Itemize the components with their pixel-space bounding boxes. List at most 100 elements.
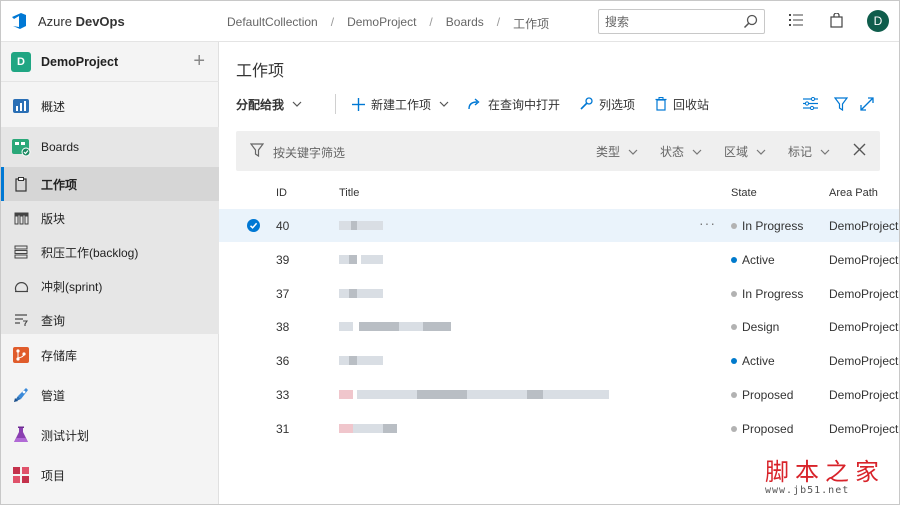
sidebar-subitem-backlog[interactable]: 积压工作(backlog) xyxy=(1,235,219,269)
filter-icon[interactable] xyxy=(834,97,848,111)
sidebar-item-overview[interactable]: 概述 xyxy=(1,86,219,126)
new-work-item-button[interactable]: 新建工作项 xyxy=(352,92,449,116)
column-options-button[interactable]: 列选项 xyxy=(579,92,635,116)
watermark: 脚本之家 www.jb51.net xyxy=(765,452,885,496)
row-area-path: DemoProject xyxy=(829,219,899,233)
close-icon[interactable] xyxy=(853,143,866,156)
sprint-icon xyxy=(13,278,29,294)
recycle-bin-label: 回收站 xyxy=(673,97,710,112)
project-header: D DemoProject + xyxy=(1,42,219,82)
sidebar-subitem-board[interactable]: 版块 xyxy=(1,201,219,235)
column-options-label: 列选项 xyxy=(599,97,636,112)
breadcrumb-separator: / xyxy=(330,15,335,29)
sidebar-subitem-query[interactable]: 查询 xyxy=(1,303,219,337)
sidebar-item-repos[interactable]: 存储库 xyxy=(1,335,219,375)
top-bar: Azure DevOps DefaultCollection / DemoPro… xyxy=(1,1,899,42)
sidebar-item-test-plans[interactable]: 测试计划 xyxy=(1,415,219,455)
sidebar-item-label: 概述 xyxy=(41,99,66,114)
list-settings-icon[interactable] xyxy=(789,13,803,27)
table-row[interactable]: 31 Proposed DemoProject xyxy=(219,412,899,445)
sidebar-subitem-work-items[interactable]: 工作项 xyxy=(1,167,219,201)
type-filter-dropdown[interactable]: 类型 xyxy=(596,143,638,160)
sidebar-item-label: 工作项 xyxy=(41,177,78,192)
type-filter-label: 类型 xyxy=(596,145,621,159)
new-work-item-label: 新建工作项 xyxy=(371,97,432,112)
keyword-filter-input[interactable]: 按关键字筛选 xyxy=(273,144,345,161)
row-area-path: DemoProject xyxy=(829,287,899,301)
repos-icon xyxy=(11,345,31,365)
row-id: 31 xyxy=(276,422,290,436)
row-area-path: DemoProject xyxy=(829,320,899,334)
sidebar-subitem-sprint[interactable]: 冲刺(sprint) xyxy=(1,269,219,303)
column-header-id[interactable]: ID xyxy=(276,187,287,199)
recycle-bin-icon xyxy=(655,97,667,111)
breadcrumb-project[interactable]: DemoProject xyxy=(347,15,416,32)
column-header-area-path[interactable]: Area Path xyxy=(829,187,878,199)
sidebar-item-label: 存储库 xyxy=(41,348,78,363)
column-header-state[interactable]: State xyxy=(731,187,757,199)
table-row[interactable]: 39 Active DemoProject xyxy=(219,243,899,276)
test-plans-icon xyxy=(11,425,31,445)
breadcrumb-separator: / xyxy=(429,15,433,29)
table-row[interactable]: 33 Proposed DemoProject xyxy=(219,378,899,411)
state-dot xyxy=(731,223,737,229)
state-filter-dropdown[interactable]: 状态 xyxy=(660,143,702,160)
recycle-bin-button[interactable]: 回收站 xyxy=(655,92,709,116)
column-header-title[interactable]: Title xyxy=(339,187,359,199)
azure-devops-icon xyxy=(12,13,26,29)
breadcrumb-work-items[interactable]: 工作项 xyxy=(513,15,549,32)
state-dot xyxy=(731,392,737,398)
sidebar-item-label: 测试计划 xyxy=(41,428,90,443)
row-area-path: DemoProject xyxy=(829,354,899,368)
app-window: Azure DevOps DefaultCollection / DemoPro… xyxy=(0,0,900,505)
main-content: 工作项 分配给我 新建工作项 在查询中打开 列选项 回收站 按关键字筛选 类型 … xyxy=(219,42,899,504)
tags-filter-label: 标记 xyxy=(788,145,813,159)
sidebar-item-label: Boards xyxy=(41,140,80,154)
open-in-query-icon xyxy=(468,98,480,110)
table-row[interactable]: 37 In Progress DemoProject xyxy=(219,277,899,310)
table-row[interactable]: 36 Active DemoProject xyxy=(219,344,899,377)
assigned-to-me-dropdown[interactable]: 分配给我 xyxy=(236,92,302,116)
sidebar-item-label: 冲刺(sprint) xyxy=(41,279,103,294)
state-dot xyxy=(731,324,737,330)
azure-devops-logo[interactable]: Azure DevOps xyxy=(11,12,125,30)
sidebar-item-artifacts[interactable]: 项目 xyxy=(1,455,219,495)
shopping-bag-icon[interactable] xyxy=(830,13,843,28)
view-options-icon[interactable] xyxy=(803,97,818,110)
row-id: 36 xyxy=(276,354,290,368)
chevron-down-icon xyxy=(820,149,830,155)
user-avatar[interactable]: D xyxy=(867,10,889,32)
sidebar-item-label: 项目 xyxy=(41,468,66,483)
sidebar-item-boards[interactable]: Boards xyxy=(1,127,219,167)
project-name[interactable]: DemoProject xyxy=(41,55,118,69)
tags-filter-dropdown[interactable]: 标记 xyxy=(788,143,830,160)
sidebar-item-pipelines[interactable]: 管道 xyxy=(1,375,219,415)
state-filter-label: 状态 xyxy=(660,145,685,159)
row-state: Proposed xyxy=(731,422,793,436)
row-area-path: DemoProject xyxy=(829,422,899,436)
table-row[interactable]: 40 ··· In Progress DemoProject xyxy=(219,209,899,242)
breadcrumb-boards[interactable]: Boards xyxy=(446,15,484,32)
wrench-icon xyxy=(580,97,593,110)
add-icon[interactable]: + xyxy=(193,51,205,71)
state-dot xyxy=(731,257,737,263)
search-icon[interactable] xyxy=(743,14,758,29)
table-row[interactable]: 38 Design DemoProject xyxy=(219,310,899,343)
area-filter-label: 区域 xyxy=(724,145,749,159)
selected-check-icon[interactable] xyxy=(247,219,260,232)
search-input[interactable] xyxy=(599,10,729,33)
row-state: Active xyxy=(731,354,775,368)
pipelines-icon xyxy=(11,385,31,405)
breadcrumb-collection[interactable]: DefaultCollection xyxy=(227,15,318,32)
expand-icon[interactable] xyxy=(860,97,874,111)
query-icon xyxy=(13,312,29,328)
open-in-query-label: 在查询中打开 xyxy=(488,97,561,112)
area-filter-dropdown[interactable]: 区域 xyxy=(724,143,766,160)
grid-header: ID Title State Area Path xyxy=(219,180,899,208)
more-actions-icon[interactable]: ··· xyxy=(699,215,716,231)
breadcrumb-separator: / xyxy=(496,15,501,29)
open-in-query-button[interactable]: 在查询中打开 xyxy=(468,92,560,116)
toolbar-divider xyxy=(335,94,336,114)
page-title: 工作项 xyxy=(236,63,285,80)
plus-icon xyxy=(352,97,365,111)
